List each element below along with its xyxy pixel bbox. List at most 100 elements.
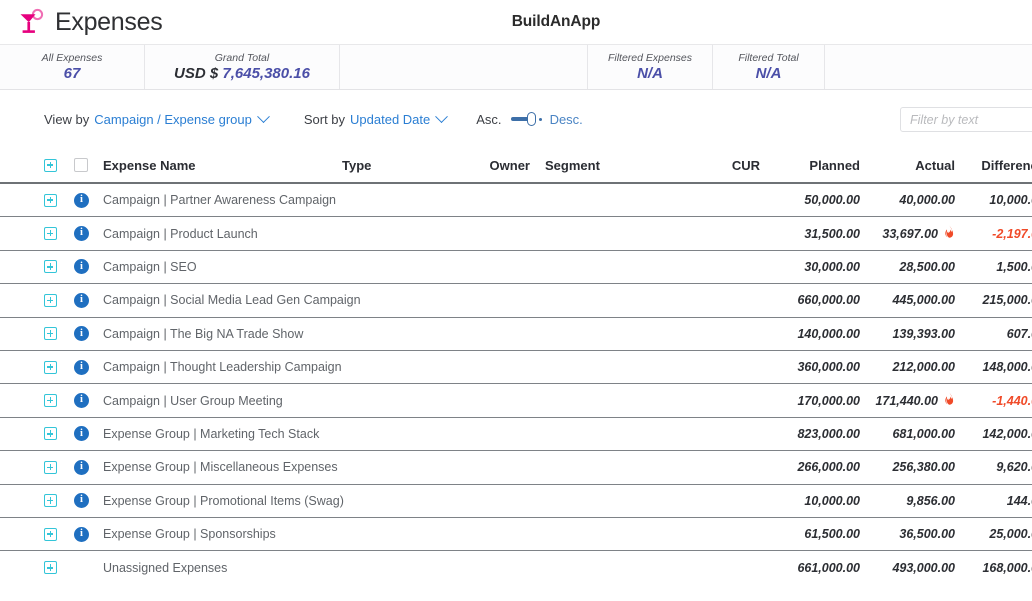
descending-label[interactable]: Desc.	[550, 112, 583, 127]
summary-all-expenses: All Expenses 67	[0, 45, 145, 89]
expand-row-icon[interactable]	[44, 394, 57, 408]
info-icon-glyph: i	[80, 394, 83, 406]
table-row[interactable]: i Campaign | The Big NA Trade Show 140,000…	[0, 318, 1032, 351]
info-icon[interactable]: i	[74, 292, 89, 308]
expand-row-icon[interactable]	[44, 193, 57, 207]
table-row[interactable]: i Campaign | Partner Awareness Campaign 50…	[0, 184, 1032, 218]
chevron-down-icon[interactable]	[435, 109, 449, 123]
expand-row-icon[interactable]	[44, 327, 57, 341]
cell-planned: 61,500.00	[804, 527, 860, 542]
table-row[interactable]: i Campaign | Social Media Lead Gen Campai…	[0, 284, 1032, 318]
cell-difference: 168,000.00	[982, 560, 1032, 575]
cell-expense-name: Campaign | Social Media Lead Gen Campaig…	[103, 293, 361, 308]
column-header-type[interactable]: Type	[342, 158, 468, 173]
expand-row-icon[interactable]	[44, 460, 57, 474]
table-row[interactable]: i Campaign | Thought Leadership Campaign 3…	[0, 351, 1032, 385]
cell-expense-name: Campaign | User Group Meeting	[103, 393, 283, 408]
info-icon[interactable]: i	[74, 259, 89, 275]
row-info-cell: i	[74, 326, 103, 342]
sort-by-dropdown[interactable]: Updated Date	[350, 112, 430, 127]
all-expenses-value: 67	[63, 64, 81, 82]
expand-row-icon[interactable]	[44, 227, 57, 241]
grand-total-label: Grand Total	[214, 51, 270, 64]
cell-actual-value: 256,380.00	[892, 460, 955, 475]
cell-expense-name: Campaign | The Big NA Trade Show	[103, 326, 304, 341]
cell-expense-name: Campaign | Thought Leadership Campaign	[103, 360, 342, 375]
workspace-title: BuildAnApp	[511, 13, 601, 30]
cell-expense-name: Campaign | Partner Awareness Campaign	[103, 193, 337, 208]
column-header-expense-name[interactable]: Expense Name	[103, 158, 342, 173]
expand-row-icon[interactable]	[44, 293, 57, 307]
info-icon-glyph: i	[80, 227, 83, 239]
filter-by-text-input[interactable]	[900, 107, 1032, 132]
column-header-planned[interactable]: Planned	[760, 158, 860, 173]
expand-row-icon[interactable]	[44, 260, 57, 274]
expand-row-icon[interactable]	[44, 360, 57, 374]
info-icon[interactable]: i	[74, 393, 89, 409]
row-info-cell: i	[74, 493, 103, 509]
cell-planned: 10,000.00	[804, 493, 860, 508]
table-row[interactable]: i Expense Group | Sponsorships 61,500.00 36…	[0, 518, 1032, 552]
expand-all-icon[interactable]	[44, 158, 57, 172]
view-by-dropdown[interactable]: Campaign / Expense group	[94, 112, 252, 127]
cell-planned: 266,000.00	[797, 460, 860, 475]
cell-expense-name: Expense Group | Miscellaneous Expenses	[103, 460, 338, 475]
toggle-knob[interactable]	[526, 112, 536, 126]
cell-planned: 661,000.00	[797, 560, 860, 575]
cell-planned: 823,000.00	[797, 426, 860, 441]
sort-direction-toggle[interactable]	[510, 110, 542, 128]
table-row[interactable]: i Campaign | SEO 30,000.00 28,500.00 1,500.0…	[0, 251, 1032, 285]
info-icon-glyph: i	[80, 360, 83, 372]
row-info-cell: i	[74, 426, 103, 442]
row-expand-cell	[44, 494, 74, 508]
table-row[interactable]: i Expense Group | Miscellaneous Expenses 2…	[0, 451, 1032, 485]
cell-actual-value: 212,000.00	[892, 360, 955, 375]
info-icon[interactable]: i	[74, 426, 89, 442]
expenses-table: Expense Name Type Owner Segment CUR Plan…	[0, 148, 1032, 585]
column-header-actual[interactable]: Actual	[860, 158, 955, 173]
cell-difference: 9,620.00	[996, 460, 1032, 475]
chevron-down-icon[interactable]	[256, 109, 270, 123]
column-header-cur[interactable]: CUR	[640, 158, 760, 173]
table-row[interactable]: Unassigned Expenses 661,000.00 493,000.00 1…	[0, 551, 1032, 584]
cell-actual-value: 681,000.00	[892, 426, 955, 441]
cell-actual-value: 40,000.00	[899, 193, 955, 208]
cell-actual-value: 28,500.00	[899, 259, 955, 274]
row-info-cell: i	[74, 393, 103, 409]
cell-difference: -1,440.00	[992, 393, 1032, 408]
cell-planned: 360,000.00	[797, 360, 860, 375]
info-icon[interactable]: i	[74, 526, 89, 542]
column-header-difference[interactable]: Difference	[955, 158, 1032, 173]
info-icon-glyph: i	[80, 193, 83, 205]
info-icon[interactable]: i	[74, 326, 89, 342]
column-header-segment[interactable]: Segment	[530, 158, 640, 173]
column-header-owner[interactable]: Owner	[468, 158, 530, 173]
select-all-checkbox[interactable]	[74, 158, 88, 172]
ascending-label[interactable]: Asc.	[476, 112, 501, 127]
table-row[interactable]: i Campaign | User Group Meeting 170,000.00…	[0, 384, 1032, 418]
row-expand-cell	[44, 260, 74, 274]
info-icon[interactable]: i	[74, 226, 89, 242]
table-row[interactable]: i Expense Group | Marketing Tech Stack 823…	[0, 418, 1032, 452]
row-expand-cell	[44, 427, 74, 441]
row-info-cell: i	[74, 459, 103, 475]
row-info-cell: i	[74, 259, 103, 275]
table-row[interactable]: i Campaign | Product Launch 31,500.00 33,69…	[0, 217, 1032, 251]
filtered-expenses-value: N/A	[637, 64, 663, 82]
table-header-row: Expense Name Type Owner Segment CUR Plan…	[0, 148, 1032, 184]
row-info-cell: i	[74, 292, 103, 308]
info-icon[interactable]: i	[74, 459, 89, 475]
table-row[interactable]: i Expense Group | Promotional Items (Swag…	[0, 485, 1032, 518]
row-expand-cell	[44, 193, 74, 207]
all-expenses-label: All Expenses	[41, 51, 103, 64]
info-icon[interactable]: i	[74, 493, 89, 509]
info-icon[interactable]: i	[74, 359, 89, 375]
cell-difference: 142,000.00	[982, 426, 1032, 441]
expand-row-icon[interactable]	[44, 527, 57, 541]
cell-actual-value: 33,697.00	[882, 226, 938, 241]
expand-row-icon[interactable]	[44, 494, 57, 508]
cell-actual: 445,000.00	[860, 293, 955, 307]
expand-row-icon[interactable]	[44, 561, 57, 575]
expand-row-icon[interactable]	[44, 427, 57, 441]
info-icon[interactable]: i	[74, 192, 89, 208]
